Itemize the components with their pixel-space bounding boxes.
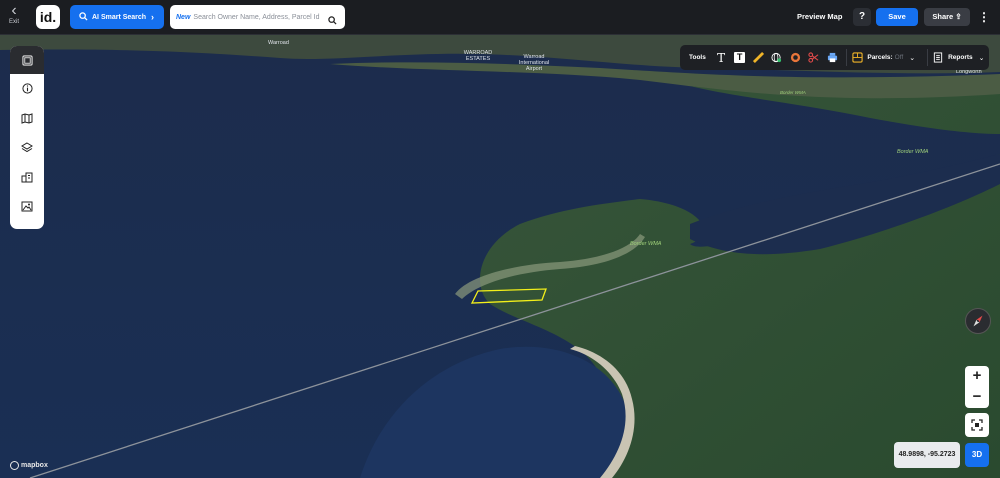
globe-pin-tool-button[interactable] bbox=[767, 48, 786, 68]
reports-label: Reports bbox=[948, 54, 973, 61]
exit-label: Exit bbox=[8, 19, 19, 25]
map-toolbar: Tools T T Parcels: Off ⌄ Reports ⌄ bbox=[680, 45, 989, 70]
parcels-icon bbox=[852, 52, 863, 63]
more-menu-icon[interactable]: ⋮ bbox=[978, 8, 990, 26]
ai-smart-search-label: AI Smart Search bbox=[92, 13, 147, 21]
border-wma-small-label: Border WMA bbox=[780, 90, 806, 95]
zoom-control: + − bbox=[965, 366, 989, 408]
ruler-tool-button[interactable] bbox=[749, 48, 768, 68]
sidebar-buildings-button[interactable] bbox=[10, 163, 44, 193]
info-icon bbox=[21, 83, 33, 94]
fit-bounds-button[interactable] bbox=[965, 413, 989, 437]
compass-button[interactable] bbox=[965, 308, 991, 334]
sidebar-info-button[interactable] bbox=[10, 74, 44, 104]
chevron-right-icon: › bbox=[151, 12, 154, 22]
toolbar-divider bbox=[927, 49, 929, 66]
reports-icon bbox=[933, 52, 943, 63]
sidebar-map-button[interactable] bbox=[10, 104, 44, 134]
warroad-estates-label: WARROAD ESTATES bbox=[463, 50, 493, 62]
parcels-value: Off bbox=[894, 54, 904, 61]
tools-label: Tools bbox=[689, 54, 706, 61]
mapbox-attribution: mapbox bbox=[10, 461, 48, 470]
chevron-down-icon: ⌄ bbox=[978, 54, 985, 62]
zoom-in-button[interactable]: + bbox=[965, 366, 989, 387]
warroad-label: Warroad bbox=[268, 40, 289, 46]
buildings-icon bbox=[21, 172, 33, 183]
text-icon: T bbox=[717, 50, 726, 65]
print-tool-button[interactable] bbox=[823, 48, 842, 68]
map-icon bbox=[21, 113, 33, 124]
share-label: Share bbox=[932, 12, 954, 21]
help-button[interactable]: ? bbox=[853, 8, 871, 26]
parcels-label: Parcels: bbox=[867, 54, 893, 61]
border-wma-label: Border WMA bbox=[897, 149, 929, 155]
radius-icon bbox=[790, 52, 800, 63]
scissors-icon bbox=[808, 52, 819, 63]
3d-toggle-button[interactable]: 3D bbox=[965, 443, 989, 467]
border-wma-label: Border WMA bbox=[630, 241, 662, 247]
exit-button[interactable]: ‹ Exit bbox=[4, 2, 24, 30]
airport-label: Warroad International Airport bbox=[518, 54, 550, 72]
ai-smart-search-button[interactable]: AI Smart Search › bbox=[70, 5, 164, 29]
chevron-down-icon: ⌄ bbox=[909, 54, 916, 62]
text-box-tool-button[interactable]: T bbox=[730, 48, 749, 68]
save-button[interactable]: Save bbox=[876, 8, 918, 26]
layers-icon bbox=[21, 142, 33, 153]
share-button[interactable]: Share ⇪ bbox=[924, 8, 970, 26]
preview-map-button[interactable]: Preview Map bbox=[797, 12, 842, 21]
compass-icon bbox=[973, 315, 983, 327]
layout-icon bbox=[21, 54, 33, 66]
search-input[interactable]: New Search Owner Name, Address, Parcel I… bbox=[170, 5, 345, 29]
coordinates-readout: 48.9898, -95.2723 bbox=[894, 442, 960, 468]
print-icon bbox=[827, 52, 837, 63]
reports-dropdown[interactable]: Reports ⌄ bbox=[933, 52, 985, 63]
toolbar-divider bbox=[846, 49, 848, 66]
text-tool-button[interactable]: T bbox=[712, 48, 731, 68]
ruler-icon bbox=[752, 52, 764, 63]
search-icon[interactable] bbox=[328, 12, 337, 30]
search-placeholder: Search Owner Name, Address, Parcel Id bbox=[193, 13, 320, 21]
globe-pin-icon bbox=[771, 52, 782, 63]
scissors-tool-button[interactable] bbox=[804, 48, 823, 68]
text-box-icon: T bbox=[734, 52, 746, 63]
sidebar-imagery-button[interactable] bbox=[10, 192, 44, 222]
radius-tool-button[interactable] bbox=[786, 48, 805, 68]
parcels-dropdown[interactable]: Parcels: Off ⌄ bbox=[852, 52, 915, 63]
new-tag: New bbox=[176, 13, 191, 21]
share-icon: ⇪ bbox=[955, 12, 962, 21]
image-icon bbox=[21, 201, 33, 212]
mapbox-label: mapbox bbox=[21, 462, 48, 469]
focus-frame-icon bbox=[971, 419, 983, 431]
sidebar-layout-button[interactable] bbox=[10, 46, 44, 74]
search-icon bbox=[79, 11, 88, 23]
app-logo[interactable]: id. bbox=[36, 5, 60, 29]
chevron-left-icon: ‹ bbox=[11, 2, 17, 19]
left-sidebar bbox=[10, 46, 44, 229]
sidebar-layers-button[interactable] bbox=[10, 133, 44, 163]
satellite-map[interactable] bbox=[0, 34, 1000, 478]
top-bar: ‹ Exit id. AI Smart Search › New Search … bbox=[0, 0, 1000, 35]
zoom-out-button[interactable]: − bbox=[965, 387, 989, 408]
mapbox-logo-icon bbox=[10, 461, 19, 470]
